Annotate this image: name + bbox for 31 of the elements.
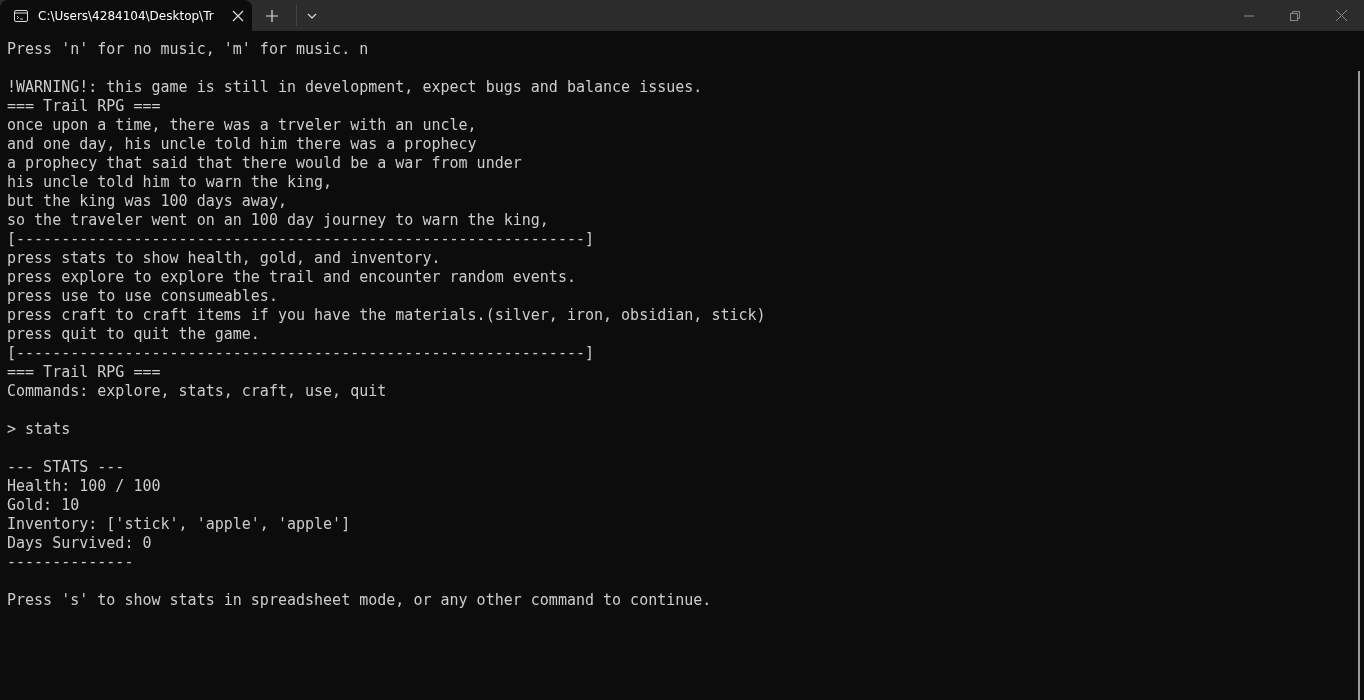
console-line: Inventory: ['stick', 'apple', 'apple'] <box>7 515 351 534</box>
console-line: -------------- <box>7 553 134 572</box>
console-line: press quit to quit the game. <box>7 325 260 344</box>
console-line: Press 'n' for no music, 'm' for music. n <box>7 40 369 59</box>
console-line: Press 's' to show stats in spreadsheet mode, or any other command to continue. <box>7 591 712 610</box>
console-line: once upon a time, there was a trveler with an uncle, <box>7 116 477 135</box>
console-line: but the king was 100 days away, <box>7 192 287 211</box>
console-line: his uncle told him to warn the king, <box>7 173 333 192</box>
console-line: press use to use consumeables. <box>7 287 278 306</box>
scrollbar[interactable] <box>1358 71 1360 700</box>
console-line: Days Survived: 0 <box>7 534 152 553</box>
console-line: > stats <box>7 420 71 439</box>
terminal-icon <box>14 9 28 22</box>
console-line: === Trail RPG === <box>7 363 161 382</box>
console-line: Commands: explore, stats, craft, use, quit <box>7 382 387 401</box>
console-line: and one day, his uncle told him there was a prophecy <box>7 135 477 154</box>
console-line: [---------------------------------------------------------------] <box>7 344 594 363</box>
tab-title: C:\Users\4284104\Desktop\Tr <box>38 8 215 23</box>
console-line: Gold: 10 <box>7 496 80 515</box>
console-line: a prophecy that said that there would be a war from under <box>7 154 522 173</box>
restore-icon[interactable] <box>1290 10 1300 21</box>
terminal-tab[interactable]: C:\Users\4284104\Desktop\Tr <box>0 0 252 31</box>
console-line: !WARNING!: this game is still in development, expect bugs and balance issues. <box>7 78 703 97</box>
console-line: so the traveler went on an 100 day journey to warn the king, <box>7 211 549 230</box>
console-line: press explore to explore the trail and encounter random events. <box>7 268 576 287</box>
console-line: Health: 100 / 100 <box>7 477 161 496</box>
console-line: [---------------------------------------------------------------] <box>7 230 594 249</box>
console-line: press stats to show health, gold, and inventory. <box>7 249 441 268</box>
console-line: press craft to craft items if you have the materials.(silver, iron, obsidian, stick) <box>7 306 766 325</box>
console-line: --- STATS --- <box>7 458 125 477</box>
console-line: === Trail RPG === <box>7 97 161 116</box>
